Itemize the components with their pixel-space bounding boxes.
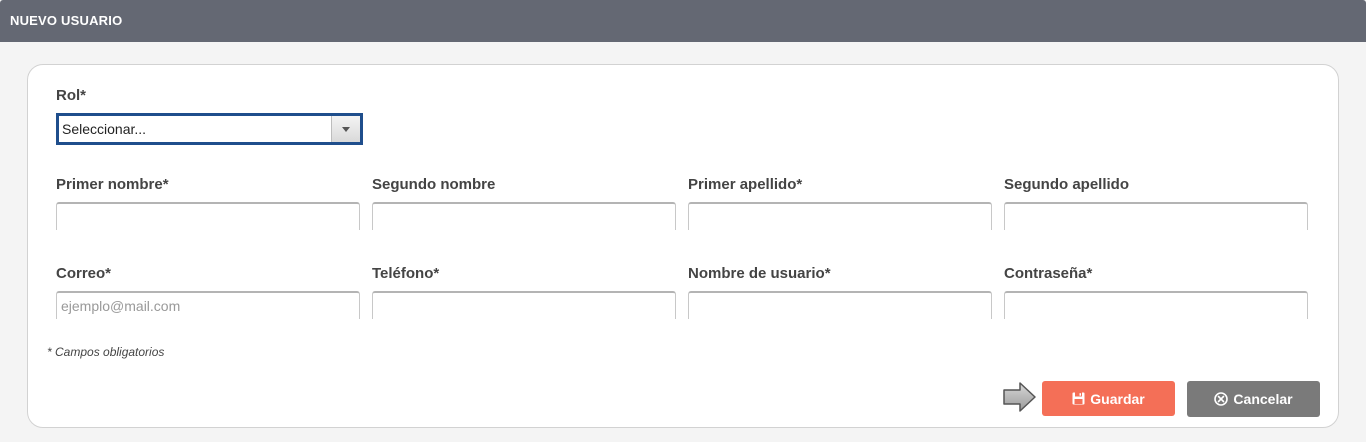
email-field[interactable]	[56, 291, 360, 319]
chevron-down-icon[interactable]	[331, 116, 360, 142]
password-label: Contraseña*	[1004, 265, 1093, 282]
second-surname-label: Segundo apellido	[1004, 176, 1130, 193]
rol-select-value: Seleccionar...	[62, 121, 147, 137]
arrow-right-icon	[1002, 380, 1038, 419]
phone-label: Teléfono*	[372, 265, 440, 282]
user-form-panel: Rol* Seleccionar... Primer nombre* Segun…	[27, 64, 1339, 428]
first-surname-label: Primer apellido*	[688, 176, 803, 193]
second-surname-input[interactable]	[1004, 202, 1308, 230]
save-button[interactable]: Guardar	[1042, 381, 1175, 416]
rol-select[interactable]: Seleccionar...	[56, 113, 363, 145]
floppy-disk-icon	[1072, 392, 1085, 405]
page-title: NUEVO USUARIO	[10, 13, 123, 28]
cancel-button[interactable]: Cancelar	[1187, 381, 1320, 417]
required-fields-note: * Campos obligatorios	[47, 345, 165, 359]
phone-input[interactable]	[372, 291, 676, 319]
second-name-input[interactable]	[372, 202, 676, 230]
username-label: Nombre de usuario*	[688, 265, 831, 282]
circle-x-icon	[1214, 392, 1229, 406]
cancel-button-label: Cancelar	[1233, 391, 1293, 407]
first-name-label: Primer nombre*	[56, 176, 169, 193]
second-name-label: Segundo nombre	[372, 176, 496, 193]
first-surname-input[interactable]	[688, 202, 992, 230]
page-header: NUEVO USUARIO	[0, 0, 1366, 42]
username-input[interactable]	[688, 291, 992, 319]
password-input[interactable]	[1004, 291, 1308, 319]
email-label: Correo*	[56, 265, 112, 282]
save-button-label: Guardar	[1090, 390, 1145, 407]
first-name-input[interactable]	[56, 202, 360, 230]
rol-label: Rol*	[56, 87, 86, 104]
